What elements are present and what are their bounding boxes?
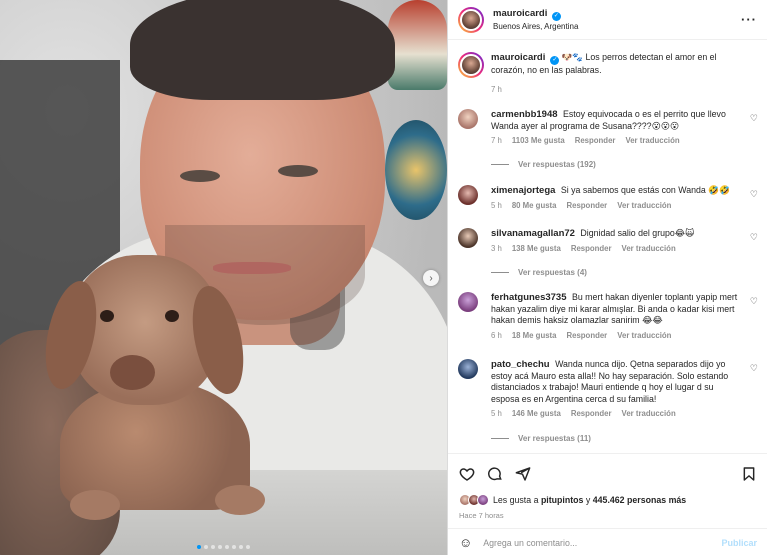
like-heart-icon[interactable]: ♡ bbox=[750, 189, 758, 200]
carousel-dot bbox=[232, 545, 236, 549]
like-heart-icon[interactable]: ♡ bbox=[750, 232, 758, 243]
comment-likes[interactable]: 18 Me gusta bbox=[512, 331, 557, 340]
reply-button[interactable]: Responder bbox=[575, 136, 616, 145]
comment-time[interactable]: 5 h bbox=[491, 409, 502, 418]
photo-vase bbox=[388, 0, 447, 90]
comment-username[interactable]: carmenbb1948 bbox=[491, 109, 558, 120]
add-comment-bar: ☺ Agrega un comentario... Publicar bbox=[448, 528, 767, 555]
photo-dog-eye-left bbox=[100, 310, 114, 322]
photo-hair bbox=[130, 0, 395, 100]
reply-button[interactable]: Responder bbox=[566, 201, 607, 210]
comment-item: silvanamagallan72 Dignidad salio del gru… bbox=[458, 228, 758, 253]
comment-likes[interactable]: 80 Me gusta bbox=[512, 201, 557, 210]
comment-input[interactable]: Agrega un comentario... bbox=[483, 538, 577, 548]
comment-likes[interactable]: 138 Me gusta bbox=[512, 244, 561, 253]
more-options-icon[interactable]: ··· bbox=[741, 12, 757, 27]
translate-button[interactable]: Ver traducción bbox=[617, 331, 671, 340]
comment-username[interactable]: pato_chechu bbox=[491, 359, 550, 370]
likes-connector: y bbox=[585, 495, 591, 505]
post-actions: Les gusta a pitupintos y 445.462 persona… bbox=[448, 453, 767, 555]
comment-username[interactable]: ximenajortega bbox=[491, 185, 555, 196]
comment-avatar[interactable] bbox=[458, 359, 478, 379]
caption-time: 7 h bbox=[491, 84, 502, 94]
comment-username[interactable]: ferhatgunes3735 bbox=[491, 292, 567, 303]
caption-avatar[interactable] bbox=[458, 52, 484, 78]
comment-avatar[interactable] bbox=[458, 185, 478, 205]
comment-text: Dignidad salio del grupo😂🙀 bbox=[580, 228, 695, 238]
carousel-dot bbox=[197, 545, 201, 549]
comment-likes[interactable]: 1103 Me gusta bbox=[512, 136, 565, 145]
save-bookmark-icon[interactable] bbox=[741, 466, 757, 482]
post-header: mauroicardi ✓ Buenos Aires, Argentina ··… bbox=[448, 0, 767, 40]
photo-dog-paw-left bbox=[70, 490, 120, 520]
caption-username[interactable]: mauroicardi bbox=[491, 52, 545, 63]
carousel-dot bbox=[246, 545, 250, 549]
reply-button[interactable]: Responder bbox=[571, 409, 612, 418]
post-location[interactable]: Buenos Aires, Argentina bbox=[493, 21, 578, 33]
photo-dog-paw-right bbox=[215, 485, 265, 515]
liker-avatars[interactable] bbox=[459, 494, 489, 506]
comment-item: pato_chechu Wanda nunca dijo. Qetna sepa… bbox=[458, 359, 758, 418]
liker-username[interactable]: pitupintos bbox=[541, 495, 584, 505]
photo-eye-left bbox=[180, 170, 220, 182]
verified-badge-icon: ✓ bbox=[551, 11, 561, 21]
carousel-dot bbox=[239, 545, 243, 549]
like-heart-icon[interactable]: ♡ bbox=[750, 363, 758, 374]
likes-summary: Les gusta a pitupintos y 445.462 persona… bbox=[459, 494, 686, 506]
reply-button[interactable]: Responder bbox=[571, 244, 612, 253]
comments-list[interactable]: mauroicardi ✓ 🐶🐾 Los perros detectan el a… bbox=[448, 41, 767, 453]
comment-time[interactable]: 7 h bbox=[491, 136, 502, 145]
view-replies-button[interactable]: Ver respuestas (4) bbox=[491, 268, 587, 277]
carousel-dot bbox=[218, 545, 222, 549]
comment-item: ximenajortega Si ya sabemos que estás co… bbox=[458, 185, 758, 210]
comment-avatar[interactable] bbox=[458, 292, 478, 312]
like-heart-icon[interactable]: ♡ bbox=[750, 113, 758, 124]
comment-likes[interactable]: 146 Me gusta bbox=[512, 409, 561, 418]
translate-button[interactable]: Ver traducción bbox=[622, 409, 676, 418]
publish-button[interactable]: Publicar bbox=[721, 538, 757, 548]
emoji-picker-icon[interactable]: ☺ bbox=[459, 535, 472, 550]
comment-avatar[interactable] bbox=[458, 109, 478, 129]
carousel-dot bbox=[211, 545, 215, 549]
view-replies-button[interactable]: Ver respuestas (11) bbox=[491, 434, 591, 443]
translate-button[interactable]: Ver traducción bbox=[622, 244, 676, 253]
author-avatar[interactable] bbox=[458, 6, 484, 33]
post-side-panel: mauroicardi ✓ Buenos Aires, Argentina ··… bbox=[447, 0, 767, 555]
comment-username[interactable]: silvanamagallan72 bbox=[491, 228, 575, 239]
photo-mouth bbox=[213, 262, 291, 274]
post-photo[interactable]: › bbox=[0, 0, 447, 555]
carousel-dot bbox=[225, 545, 229, 549]
like-heart-icon[interactable]: ♡ bbox=[750, 296, 758, 307]
comment-text: Si ya sabemos que estás con Wanda 🤣🤣 bbox=[560, 185, 731, 195]
post-caption: mauroicardi ✓ 🐶🐾 Los perros detectan el a… bbox=[458, 52, 758, 94]
share-paper-plane-icon[interactable] bbox=[515, 466, 531, 482]
comment-avatar[interactable] bbox=[458, 228, 478, 248]
next-image-button[interactable]: › bbox=[423, 270, 439, 286]
carousel-indicator bbox=[0, 545, 447, 549]
comment-time[interactable]: 3 h bbox=[491, 244, 502, 253]
caption-emoji: 🐶🐾 bbox=[561, 52, 584, 62]
comment-time[interactable]: 6 h bbox=[491, 331, 502, 340]
reply-button[interactable]: Responder bbox=[566, 331, 607, 340]
comment-time[interactable]: 5 h bbox=[491, 201, 502, 210]
verified-badge-icon: ✓ bbox=[550, 56, 560, 65]
carousel-dot bbox=[204, 545, 208, 549]
comment-item: carmenbb1948 Estoy equivocada o es el pe… bbox=[458, 109, 758, 145]
post-time-ago[interactable]: Hace 7 horas bbox=[459, 511, 504, 520]
likes-prefix: Les gusta a bbox=[493, 495, 539, 505]
photo-eye-right bbox=[278, 165, 318, 177]
comment-bubble-icon[interactable] bbox=[487, 466, 503, 482]
photo-dog-snout bbox=[110, 355, 155, 390]
author-username[interactable]: mauroicardi bbox=[493, 8, 547, 19]
like-heart-icon[interactable] bbox=[459, 466, 475, 482]
photo-dog-eye-right bbox=[165, 310, 179, 322]
view-replies-button[interactable]: Ver respuestas (192) bbox=[491, 160, 596, 169]
photo-vase-decorated bbox=[385, 120, 447, 220]
translate-button[interactable]: Ver traducción bbox=[625, 136, 679, 145]
likes-count[interactable]: 445.462 personas más bbox=[593, 495, 686, 505]
translate-button[interactable]: Ver traducción bbox=[617, 201, 671, 210]
comment-item: ferhatgunes3735 Bu mert hakan diyenler t… bbox=[458, 292, 758, 340]
